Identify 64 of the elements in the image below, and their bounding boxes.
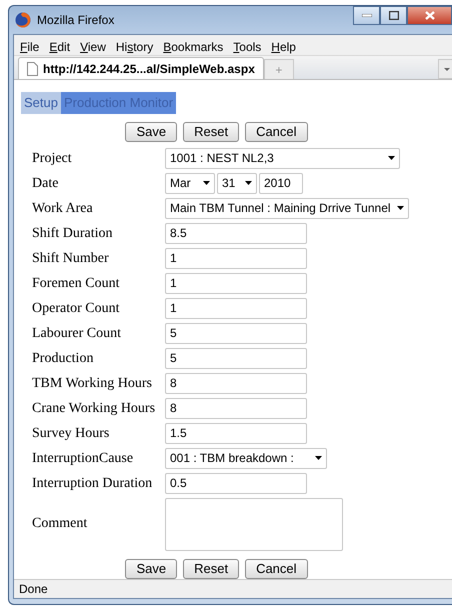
input-field[interactable]: 1.5 — [165, 422, 307, 444]
field-label: Foremen Count — [32, 274, 120, 292]
input-field[interactable]: 2010 — [259, 172, 303, 194]
dropdown[interactable]: Mar — [165, 172, 215, 194]
field-label: Operator Count — [32, 300, 120, 318]
field-label: Production — [32, 350, 94, 368]
menu-item[interactable]: File — [20, 38, 40, 52]
page-icon — [27, 62, 38, 76]
field-label: Shift Duration — [32, 224, 114, 242]
form-button[interactable]: Save — [125, 122, 178, 142]
field-label: Labourer Count — [32, 324, 122, 342]
browser-tab[interactable]: http://142.244.25...al/SimpleWeb.aspx — [18, 57, 264, 79]
field-label: InterruptionCause — [32, 450, 134, 468]
minimize-button[interactable] — [353, 6, 380, 25]
menu-item[interactable]: View — [80, 38, 106, 52]
form-button[interactable]: Cancel — [245, 122, 308, 142]
field-label: Comment — [32, 514, 88, 532]
field-label: TBM Working Hours — [32, 374, 153, 392]
input-field[interactable]: 8 — [165, 398, 307, 418]
caret-icon — [203, 181, 210, 185]
input-field[interactable]: 1 — [165, 298, 307, 318]
page-tab[interactable]: Setup — [21, 92, 61, 114]
input-field[interactable]: 8 — [165, 372, 307, 394]
input-field[interactable]: 5 — [165, 348, 307, 368]
menu-item[interactable]: Edit — [49, 38, 70, 52]
input-field[interactable]: 1 — [165, 248, 307, 268]
caret-icon — [396, 206, 404, 210]
field-label: Crane Working Hours — [32, 400, 156, 418]
tab-list-button[interactable] — [438, 59, 452, 79]
caret-icon — [245, 181, 252, 185]
firefox-logo-icon — [15, 12, 31, 28]
field-label: Survey Hours — [32, 424, 110, 442]
minimize-icon — [362, 14, 372, 17]
field-label: Interruption Duration — [32, 474, 154, 492]
field-label: Date — [32, 174, 60, 192]
form-button[interactable]: Save — [125, 558, 178, 578]
dropdown[interactable]: 31 — [217, 172, 257, 194]
tab-title: http://142.244.25...al/SimpleWeb.aspx — [43, 60, 255, 78]
menu-item[interactable]: Bookmarks — [163, 38, 224, 52]
close-button[interactable] — [407, 6, 452, 25]
window-title: Mozilla Firefox — [37, 12, 114, 29]
dropdown[interactable]: Main TBM Tunnel : Maining Drrive Tunnel — [165, 198, 409, 218]
field-label: Shift Number — [32, 250, 110, 268]
form-button[interactable]: Reset — [183, 122, 240, 142]
maximize-icon — [388, 11, 398, 20]
input-field[interactable]: 1 — [165, 272, 307, 294]
status-text: Done — [19, 581, 48, 598]
caret-icon — [315, 456, 322, 460]
maximize-button[interactable] — [380, 6, 407, 25]
form-button[interactable]: Reset — [183, 558, 240, 578]
dropdown[interactable]: 1001 : NEST NL2,3 — [165, 148, 400, 168]
menu-item[interactable]: History — [116, 38, 154, 52]
input-field[interactable]: 0.5 — [165, 472, 307, 494]
menu-item[interactable]: Tools — [233, 38, 262, 52]
input-field[interactable]: 5 — [165, 322, 307, 344]
caret-icon — [388, 156, 395, 160]
form-button[interactable]: Cancel — [245, 558, 308, 578]
menu-item[interactable]: Help — [271, 38, 296, 52]
field-label: Project — [32, 150, 73, 168]
dropdown[interactable]: 001 : TBM breakdown : — [165, 448, 327, 468]
close-icon — [424, 11, 434, 20]
input-field[interactable]: 8.5 — [165, 222, 307, 244]
field-label: Work Area — [32, 200, 94, 218]
caret-icon — [444, 68, 450, 70]
